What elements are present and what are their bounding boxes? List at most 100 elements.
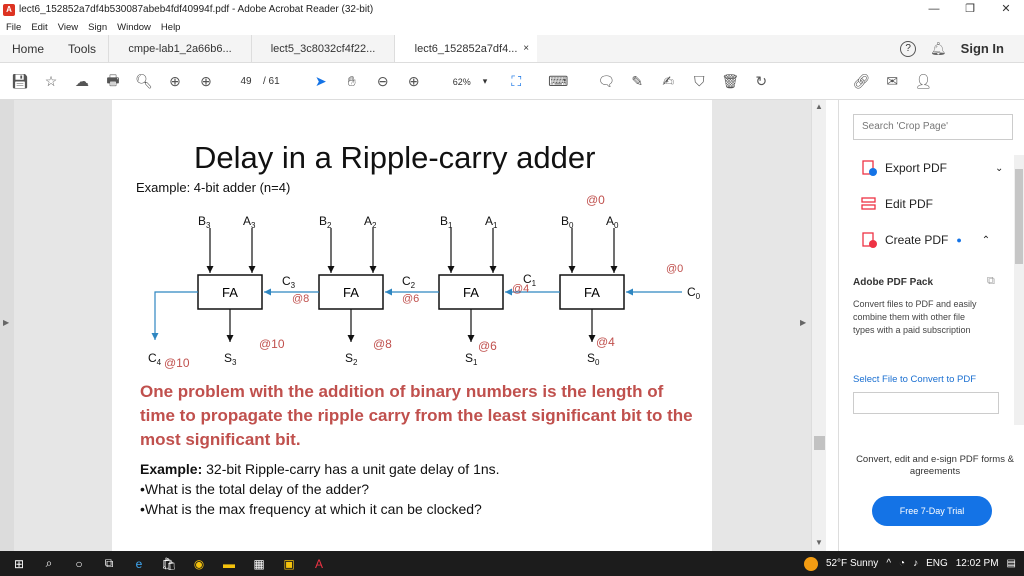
save-icon[interactable]: 💾︎ bbox=[9, 71, 31, 93]
scroll-thumb[interactable] bbox=[814, 436, 825, 450]
search-icon[interactable]: ⌕ bbox=[38, 556, 60, 572]
input-a3: A3 bbox=[243, 214, 256, 230]
weather-icon bbox=[803, 556, 818, 571]
page-number-input[interactable]: 49 bbox=[235, 76, 257, 87]
export-pdf-tool[interactable]: Export PDF ⌄ bbox=[861, 160, 1003, 176]
free-trial-button[interactable]: Free 7-Day Trial bbox=[872, 496, 992, 526]
file-drop-box[interactable] bbox=[853, 392, 999, 414]
collapse-right-icon[interactable]: ▶ bbox=[800, 318, 806, 327]
chevron-up-icon[interactable]: ⌃ bbox=[982, 235, 990, 246]
menu-view[interactable]: View bbox=[58, 22, 78, 33]
tab-tools[interactable]: Tools bbox=[56, 35, 108, 62]
edge-icon[interactable]: e bbox=[128, 556, 150, 572]
weather-text[interactable]: 52°F Sunny bbox=[826, 558, 878, 569]
input-b0: B0 bbox=[561, 214, 574, 230]
next-page-icon[interactable]: ⊕ bbox=[195, 71, 217, 93]
fa-block-2: FA bbox=[318, 274, 384, 310]
scroll-up-icon[interactable]: ▲ bbox=[815, 102, 823, 111]
app-icon[interactable]: ▦ bbox=[248, 556, 270, 572]
tool-search-input[interactable]: Search 'Crop Page' bbox=[853, 114, 1013, 140]
chrome-icon[interactable]: ◉ bbox=[188, 556, 210, 572]
upload-cloud-icon[interactable]: ☁ bbox=[71, 71, 93, 93]
acrobat-taskbar-icon[interactable]: A bbox=[308, 556, 330, 572]
add-user-icon[interactable]: 👤︎ bbox=[912, 71, 934, 93]
left-panel-toggle[interactable]: ▶ bbox=[0, 100, 14, 551]
timing-c2: @6 bbox=[402, 293, 419, 305]
star-icon[interactable]: ☆ bbox=[40, 71, 62, 93]
expand-left-icon[interactable]: ▶ bbox=[3, 318, 9, 327]
toolbar: 💾︎ ☆ ☁ 🖶 🔍︎ ⊕ ⊕ 49 / 61 ➤ ✋︎ ⊖ ⊕ 62% ▾ ⛶… bbox=[0, 64, 1024, 100]
create-pdf-icon bbox=[861, 232, 877, 248]
fit-page-icon[interactable]: ⛶ bbox=[505, 71, 527, 93]
sticky-icon[interactable]: ▣ bbox=[278, 556, 300, 572]
comment-icon[interactable]: 🗨︎ bbox=[595, 71, 617, 93]
lang-label[interactable]: ENG bbox=[926, 558, 948, 569]
create-pdf-tool[interactable]: Create PDF ● ⌃ bbox=[861, 232, 990, 248]
volume-icon[interactable]: ♪ bbox=[913, 558, 918, 569]
print-icon[interactable]: 🖶 bbox=[102, 71, 124, 93]
question-1: •What is the total delay of the adder? bbox=[140, 481, 370, 497]
stamp-icon[interactable]: ⛉ bbox=[688, 71, 710, 93]
export-pdf-label: Export PDF bbox=[885, 161, 948, 175]
pack-title: Adobe PDF Pack bbox=[853, 277, 934, 288]
task-view-icon[interactable]: ⧉ bbox=[98, 556, 120, 572]
minimize-button[interactable]: — bbox=[916, 0, 952, 19]
scroll-down-icon[interactable]: ▼ bbox=[815, 538, 823, 547]
tab-doc-2[interactable]: lect5_3c8032cf4f22... bbox=[251, 35, 394, 62]
trash-icon[interactable]: 🗑︎ bbox=[719, 71, 741, 93]
sum-s1: S1 bbox=[465, 351, 478, 367]
select-file-link[interactable]: Select File to Convert to PDF bbox=[853, 374, 976, 385]
cortana-icon[interactable]: ○ bbox=[68, 556, 90, 572]
keyboard-icon[interactable]: ⌨ bbox=[547, 71, 569, 93]
tab-doc-1[interactable]: cmpe-lab1_2a66b6... bbox=[108, 35, 251, 62]
vertical-scrollbar[interactable]: ▲ ▶ ▼ bbox=[800, 100, 826, 551]
timing-s1: @6 bbox=[478, 339, 497, 353]
document-viewer[interactable]: Delay in a Ripple-carry adder Example: 4… bbox=[0, 100, 826, 551]
timing-c1: @4 bbox=[512, 283, 529, 295]
sign-icon[interactable]: ✍︎ bbox=[657, 71, 679, 93]
chevron-down-icon[interactable]: ⌄ bbox=[995, 163, 1003, 174]
sign-in-button[interactable]: Sign In bbox=[961, 41, 1004, 56]
clock[interactable]: 12:02 PM bbox=[956, 558, 999, 569]
zoom-level[interactable]: 62% bbox=[453, 77, 471, 87]
help-icon[interactable]: ? bbox=[900, 40, 917, 57]
tab-bar: Home Tools cmpe-lab1_2a66b6... lect5_3c8… bbox=[0, 35, 1024, 63]
tab-doc-3-label: lect6_152852a7df4... bbox=[414, 42, 518, 55]
rotate-icon[interactable]: ↻ bbox=[750, 71, 772, 93]
share-link-icon[interactable]: 🔗︎ bbox=[850, 71, 872, 93]
menu-help[interactable]: Help bbox=[161, 22, 181, 33]
timing-c3: @8 bbox=[292, 293, 309, 305]
network-icon[interactable]: ◔ bbox=[899, 558, 905, 569]
taskbar: ⊞ ⌕ ○ ⧉ e 🛍︎ ◉ ▬ ▦ ▣ A 52°F Sunny ^ ◔ ♪ … bbox=[0, 551, 1024, 576]
panel-scroll-thumb[interactable] bbox=[1015, 169, 1023, 264]
panel-scrollbar[interactable] bbox=[1014, 155, 1024, 425]
fa-label: FA bbox=[222, 285, 238, 300]
hand-tool-icon[interactable]: ✋︎ bbox=[341, 71, 363, 93]
chevron-down-icon[interactable]: ▾ bbox=[483, 76, 488, 87]
select-cursor-icon[interactable]: ➤ bbox=[310, 71, 332, 93]
store-icon[interactable]: 🛍︎ bbox=[158, 556, 180, 572]
edit-pdf-tool[interactable]: Edit PDF bbox=[861, 196, 933, 212]
timing-inputs-label: @0 bbox=[586, 193, 605, 207]
zoom-in-icon[interactable]: ⊕ bbox=[403, 71, 425, 93]
email-icon[interactable]: ✉ bbox=[881, 71, 903, 93]
windows-start-icon[interactable]: ⊞ bbox=[8, 556, 30, 572]
menu-window[interactable]: Window bbox=[117, 22, 151, 33]
tab-close-icon[interactable]: × bbox=[523, 43, 529, 54]
carry-c4: C4 bbox=[148, 351, 162, 367]
search-icon[interactable]: 🔍︎ bbox=[133, 71, 155, 93]
menu-file[interactable]: File bbox=[6, 22, 21, 33]
menu-sign[interactable]: Sign bbox=[88, 22, 107, 33]
prev-page-icon[interactable]: ⊕ bbox=[164, 71, 186, 93]
pen-icon[interactable]: ✎ bbox=[626, 71, 648, 93]
tray-chevron-icon[interactable]: ^ bbox=[886, 558, 891, 569]
menu-edit[interactable]: Edit bbox=[31, 22, 47, 33]
close-window-button[interactable]: ✕ bbox=[988, 0, 1024, 19]
tab-home[interactable]: Home bbox=[0, 35, 56, 62]
restore-button[interactable]: ❐ bbox=[952, 0, 988, 19]
file-explorer-icon[interactable]: ▬ bbox=[218, 556, 240, 572]
zoom-out-icon[interactable]: ⊖ bbox=[372, 71, 394, 93]
notification-icon[interactable]: ▤ bbox=[1007, 558, 1016, 569]
bell-icon[interactable]: 🔔︎ bbox=[930, 41, 947, 57]
tab-doc-3[interactable]: lect6_152852a7df4... × bbox=[394, 35, 538, 62]
